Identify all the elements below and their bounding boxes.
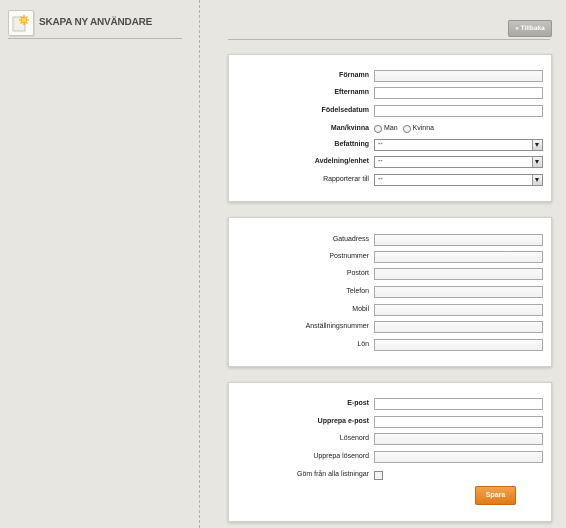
first-name-label: Förnamn [339,72,369,79]
reports-to-row: Rapporterar till -- [229,174,551,186]
employee-number-row: Anställningsnummer [229,321,551,333]
mobile-row: Mobil [229,304,551,316]
postal-code-input[interactable] [374,251,543,263]
email-repeat-label: Upprepa e-post [317,418,369,425]
email-repeat-row: Upprepa e-post [229,416,551,428]
reports-to-label: Rapporterar till [323,176,369,183]
street-input[interactable] [374,234,543,246]
phone-label: Telefon [346,288,369,295]
department-row: Avdelning/enhet -- [229,156,551,168]
email-input[interactable] [374,398,543,410]
password-repeat-row: Upprepa lösenord [229,451,551,463]
personal-info-panel: Förnamn Efternamn Födelsedatum Man/kvinn… [228,54,552,202]
department-label: Avdelning/enhet [314,158,369,165]
salary-input[interactable] [374,339,543,351]
position-row: Befattning -- [229,139,551,151]
last-name-row: Efternamn [229,87,551,99]
last-name-input[interactable] [374,87,543,99]
department-select[interactable]: -- [374,156,543,168]
last-name-label: Efternamn [334,89,369,96]
password-row: Lösenord [229,433,551,445]
city-input[interactable] [374,268,543,280]
department-select-value: -- [378,158,383,165]
hide-row: Göm från alla listningar [229,469,551,481]
gender-label: Man/kvinna [330,125,369,132]
gender-radio-man[interactable] [374,125,382,133]
employee-number-label: Anställningsnummer [305,323,369,330]
gender-option-man-label: Man [384,125,398,132]
mobile-label: Mobil [352,306,369,313]
password-repeat-label: Upprepa lösenord [313,453,369,460]
reports-to-select-value: -- [378,176,383,183]
contact-info-panel: Gatuadress Postnummer Postort Telefon Mo… [228,217,552,367]
new-user-star-icon [8,10,34,36]
first-name-row: Förnamn [229,70,551,82]
gender-radio-group: Man Kvinna [374,123,437,135]
employee-number-input[interactable] [374,321,543,333]
phone-row: Telefon [229,286,551,298]
email-row: E-post [229,398,551,410]
city-label: Postort [346,270,369,277]
chevron-down-icon[interactable] [532,175,542,185]
street-row: Gatuadress [229,234,551,246]
birthdate-row: Födelsedatum [229,105,551,117]
header-divider [228,39,550,40]
postal-code-row: Postnummer [229,251,551,263]
hide-checkbox[interactable] [374,471,383,480]
city-row: Postort [229,268,551,280]
password-label: Lösenord [339,435,369,442]
sidebar-header: SKAPA NY ANVÄNDARE [8,10,182,39]
position-label: Befattning [334,141,369,148]
chevron-down-icon[interactable] [532,157,542,167]
position-select-value: -- [378,141,383,148]
reports-to-select[interactable]: -- [374,174,543,186]
chevron-down-icon[interactable] [532,140,542,150]
main-content: « Tillbaka Förnamn Efternamn Födelsedatu… [200,0,566,528]
birthdate-input[interactable] [374,105,543,117]
password-input[interactable] [374,433,543,445]
back-button[interactable]: « Tillbaka [508,20,552,37]
phone-input[interactable] [374,286,543,298]
salary-row: Lön [229,339,551,351]
birthdate-label: Födelsedatum [321,107,369,114]
email-label: E-post [347,400,369,407]
gender-option-woman-label: Kvinna [412,125,434,132]
position-select[interactable]: -- [374,139,543,151]
first-name-input[interactable] [374,70,543,82]
gender-row: Man/kvinna Man Kvinna [229,123,551,135]
password-repeat-input[interactable] [374,451,543,463]
postal-code-label: Postnummer [329,253,369,260]
street-label: Gatuadress [332,236,369,243]
page-title: SKAPA NY ANVÄNDARE [39,17,153,28]
sidebar: SKAPA NY ANVÄNDARE [0,0,200,528]
account-panel: E-post Upprepa e-post Lösenord Upprepa l… [228,382,552,522]
save-button[interactable]: Spara [475,486,516,505]
gender-radio-woman[interactable] [402,125,411,133]
hide-label: Göm från alla listningar [297,471,369,478]
mobile-input[interactable] [374,304,543,316]
salary-label: Lön [357,341,369,348]
email-repeat-input[interactable] [374,416,543,428]
